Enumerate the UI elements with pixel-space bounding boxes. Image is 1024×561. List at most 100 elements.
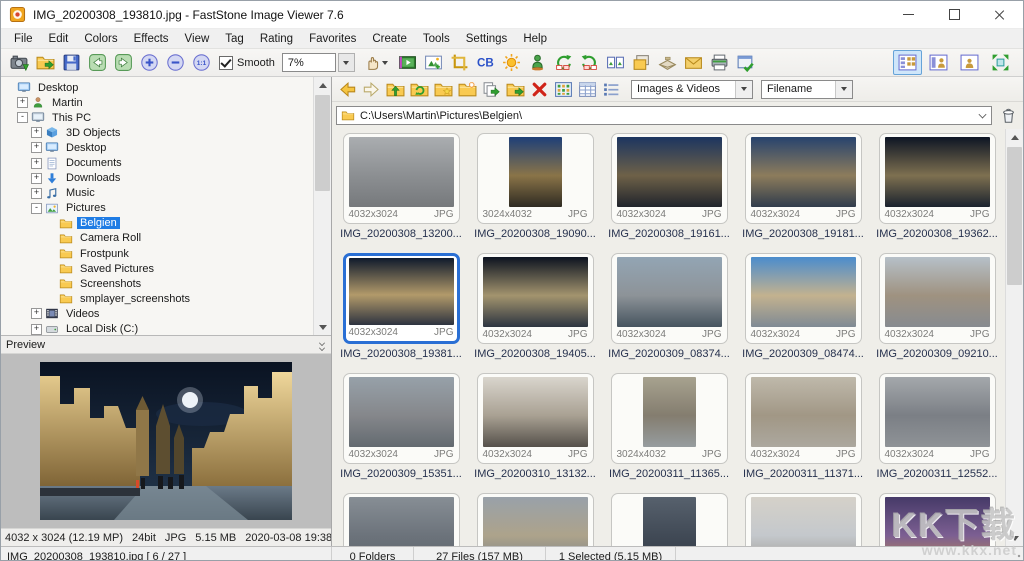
print-button[interactable] [707, 50, 733, 75]
thumbnail-item[interactable]: 4032x3024 JPG IMG_20200310_13132... [468, 371, 602, 491]
thumbnail-image[interactable] [751, 497, 856, 546]
slideshow-button[interactable] [395, 50, 421, 75]
tree-item[interactable]: + Local Disk (C:) [1, 322, 313, 337]
thumbnail-image[interactable] [751, 257, 856, 327]
tree-item[interactable]: Belgien [1, 216, 313, 231]
thumbnail-item[interactable]: 4032x3024 JPG IMG_20200308_19381... [334, 251, 468, 371]
menu-edit[interactable]: Edit [41, 31, 77, 47]
tree-item[interactable]: smplayer_screenshots [1, 291, 313, 306]
thumbnail-image[interactable] [885, 497, 990, 546]
thumbnail-frame[interactable]: 4032x3024 JPG [745, 373, 862, 464]
copy-to-folder-button[interactable] [479, 78, 503, 100]
refresh-button[interactable] [407, 78, 431, 100]
menu-tools[interactable]: Tools [415, 31, 458, 47]
thumbnail-item[interactable] [468, 491, 602, 546]
thumbnail-frame[interactable] [477, 493, 594, 546]
thumbnail-item[interactable]: 4032x3024 JPG IMG_20200308_19161... [602, 131, 736, 251]
thumbnail-frame[interactable]: 4032x3024 JPG [343, 133, 460, 224]
thumbnail-image[interactable] [483, 377, 588, 447]
thumbnail-item[interactable] [334, 491, 468, 546]
file-filter-dropdown-button[interactable] [735, 81, 752, 98]
thumbnail-item[interactable]: 4032x3024 JPG IMG_20200308_13200... [334, 131, 468, 251]
maximize-button[interactable] [931, 1, 977, 28]
minimize-button[interactable] [885, 1, 931, 28]
tree-item[interactable]: + Videos [1, 306, 313, 321]
tree-item[interactable]: Frostpunk [1, 246, 313, 261]
red-eye-removal-button[interactable] [525, 50, 551, 75]
thumbnail-frame[interactable]: 4032x3024 JPG [879, 253, 996, 344]
copy-move-button[interactable] [629, 50, 655, 75]
fullscreen-button[interactable] [986, 50, 1015, 75]
resize-grip[interactable] [1010, 553, 1022, 561]
thumbnail-frame[interactable]: 4032x3024 JPG [745, 133, 862, 224]
thumbnail-item[interactable] [602, 491, 736, 546]
preview-image[interactable] [40, 362, 292, 520]
save-as-button[interactable] [58, 50, 84, 75]
scroll-up-button[interactable] [1006, 129, 1023, 145]
thumbnail-frame[interactable]: 4032x3024 JPG [611, 253, 728, 344]
thumbnail-item[interactable]: 4032x3024 JPG IMG_20200309_08374... [602, 251, 736, 371]
tree-item[interactable]: + 3D Objects [1, 125, 313, 140]
thumbnail-frame[interactable]: 4032x3024 JPG [343, 373, 460, 464]
tree-scrollbar[interactable] [313, 77, 331, 335]
scrollbar-thumb[interactable] [1007, 147, 1022, 285]
viewer-layout-button[interactable] [924, 50, 953, 75]
close-button[interactable] [977, 1, 1023, 28]
menu-rating[interactable]: Rating [252, 31, 301, 47]
browser-layout-button[interactable] [893, 50, 922, 75]
tree-expander[interactable]: + [31, 142, 42, 153]
thumbnail-item[interactable]: 4032x3024 JPG IMG_20200311_11371... [736, 371, 870, 491]
thumbnail-item[interactable]: 4032x3024 JPG IMG_20200309_08474... [736, 251, 870, 371]
tree-item[interactable]: Camera Roll [1, 231, 313, 246]
thumbnail-frame[interactable] [343, 493, 460, 546]
actual-size-button[interactable]: 1:1 [188, 50, 214, 75]
rotate-left-button[interactable] [551, 50, 577, 75]
thumbnail-image[interactable] [643, 497, 696, 546]
address-dropdown-icon[interactable] [978, 111, 987, 120]
thumbnail-item[interactable]: 4032x3024 JPG IMG_20200308_19181... [736, 131, 870, 251]
image-layout-button[interactable] [955, 50, 984, 75]
previous-image-button[interactable] [84, 50, 110, 75]
thumbnail-frame[interactable]: 3024x4032 JPG [611, 373, 728, 464]
move-to-folder-button[interactable] [503, 78, 527, 100]
thumbnail-frame[interactable]: 4032x3024 JPG [745, 253, 862, 344]
detail-view-button[interactable] [575, 78, 599, 100]
thumbnail-image[interactable] [349, 258, 454, 325]
tree-item[interactable]: + Documents [1, 155, 313, 170]
thumbnail-image[interactable] [349, 377, 454, 447]
thumbnail-image[interactable] [483, 497, 588, 546]
thumbnail-item[interactable]: 4032x3024 JPG IMG_20200308_19362... [870, 131, 1004, 251]
sort-order-select[interactable]: Filename [761, 80, 853, 99]
up-folder-button[interactable] [383, 78, 407, 100]
thumbnail-frame[interactable] [611, 493, 728, 546]
thumbnail-item[interactable]: 4032x3024 JPG IMG_20200309_15351... [334, 371, 468, 491]
thumbnail-image[interactable] [349, 137, 454, 207]
scrollbar-thumb[interactable] [315, 95, 330, 191]
thumbnail-frame[interactable] [745, 493, 862, 546]
thumbnail-frame[interactable]: 4032x3024 JPG [879, 373, 996, 464]
address-bar[interactable]: C:\Users\Martin\Pictures\Belgien\ [336, 106, 992, 125]
menu-effects[interactable]: Effects [126, 31, 177, 47]
menu-favorites[interactable]: Favorites [301, 31, 364, 47]
zoom-level-input[interactable]: 7% [282, 53, 336, 72]
thumbnail-image[interactable] [483, 257, 588, 327]
thumbnail-frame[interactable] [879, 493, 996, 546]
crop-board-button[interactable] [447, 50, 473, 75]
thumbnail-item[interactable]: 3024x4032 JPG IMG_20200308_19090... [468, 131, 602, 251]
thumbnail-image[interactable] [885, 257, 990, 327]
hand-tool-button[interactable] [363, 50, 389, 75]
tree-expander[interactable]: + [31, 127, 42, 138]
tree-item[interactable]: + Martin [1, 95, 313, 110]
menu-create[interactable]: Create [364, 31, 415, 47]
menu-tag[interactable]: Tag [217, 31, 252, 47]
open-file-button[interactable] [32, 50, 58, 75]
tree-item[interactable]: + Downloads [1, 171, 313, 186]
tree-item[interactable]: + Music [1, 186, 313, 201]
scroll-up-button[interactable] [314, 77, 331, 93]
thumbnail-image[interactable] [643, 377, 696, 447]
thumbnail-frame[interactable]: 3024x4032 JPG [477, 133, 594, 224]
delete-button[interactable] [527, 78, 551, 100]
thumbnail-view-button[interactable] [551, 78, 575, 100]
tree-expander[interactable]: - [31, 203, 42, 214]
thumbnail-item[interactable]: 4032x3024 JPG IMG_20200308_19405... [468, 251, 602, 371]
